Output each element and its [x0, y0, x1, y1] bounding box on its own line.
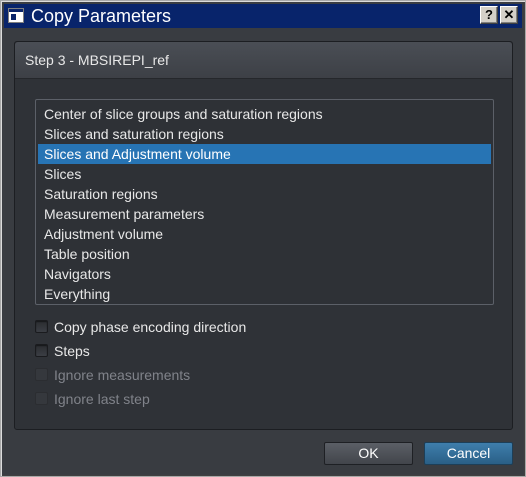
- list-item[interactable]: Saturation regions: [38, 184, 491, 204]
- panel-header: Step 3 - MBSIREPI_ref: [15, 42, 512, 79]
- window-icon: [8, 8, 24, 23]
- copy-phase-encoding-checkbox[interactable]: [35, 320, 48, 333]
- steps-label: Steps: [54, 343, 90, 359]
- cancel-button[interactable]: Cancel: [424, 442, 513, 465]
- ok-button[interactable]: OK: [324, 442, 413, 465]
- window-title: Copy Parameters: [31, 6, 172, 26]
- ignore-last-step-label: Ignore last step: [54, 391, 150, 407]
- step-title: Step 3 - MBSIREPI_ref: [25, 52, 169, 68]
- copy-phase-encoding-label: Copy phase encoding direction: [54, 319, 247, 335]
- list-item[interactable]: Slices: [38, 164, 491, 184]
- list-item[interactable]: Everything: [38, 284, 491, 304]
- ignore-measurements-label: Ignore measurements: [54, 367, 191, 383]
- list-item[interactable]: Navigators: [38, 264, 491, 284]
- copy-options-list[interactable]: Center of slice groups and saturation re…: [35, 99, 494, 305]
- list-item[interactable]: Center of slice groups and saturation re…: [38, 104, 491, 124]
- ignore-last-step-checkbox: [35, 392, 48, 405]
- step-panel: Step 3 - MBSIREPI_ref Center of slice gr…: [14, 41, 513, 430]
- list-item-selected[interactable]: Slices and Adjustment volume: [38, 144, 491, 164]
- close-icon[interactable]: ✕: [500, 6, 518, 24]
- dialog-content: Step 3 - MBSIREPI_ref Center of slice gr…: [5, 28, 523, 474]
- copy-parameters-dialog: Copy Parameters ? ✕ Step 3 - MBSIREPI_re…: [0, 0, 526, 477]
- ignore-measurements-checkbox: [35, 368, 48, 381]
- list-item[interactable]: Slices and saturation regions: [38, 124, 491, 144]
- list-item[interactable]: Adjustment volume: [38, 224, 491, 244]
- list-item[interactable]: Measurement parameters: [38, 204, 491, 224]
- list-item[interactable]: Table position: [38, 244, 491, 264]
- title-bar[interactable]: Copy Parameters ? ✕: [4, 4, 522, 28]
- steps-checkbox[interactable]: [35, 344, 48, 357]
- help-button[interactable]: ?: [480, 6, 498, 24]
